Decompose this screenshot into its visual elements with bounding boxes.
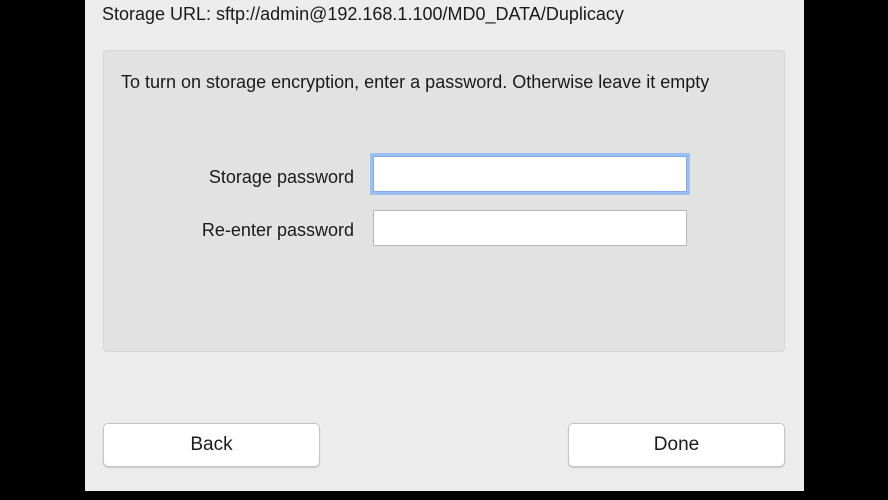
back-button[interactable]: Back — [103, 423, 320, 467]
reenter-password-input[interactable] — [373, 210, 687, 246]
encryption-panel: To turn on storage encryption, enter a p… — [103, 50, 785, 352]
storage-password-label: Storage password — [208, 167, 354, 187]
storage-url-text: Storage URL: sftp://admin@192.168.1.100/… — [102, 4, 624, 24]
storage-password-input[interactable] — [373, 156, 687, 192]
done-button[interactable]: Done — [568, 423, 785, 467]
encryption-instructions: To turn on storage encryption, enter a p… — [121, 72, 710, 92]
reenter-password-label: Re-enter password — [201, 220, 354, 240]
encryption-dialog: Storage URL: sftp://admin@192.168.1.100/… — [85, 0, 804, 491]
